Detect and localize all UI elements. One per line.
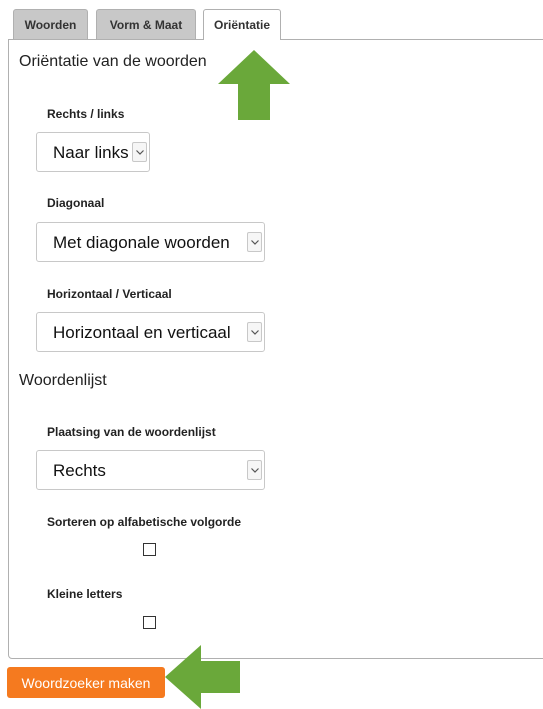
- horizontal-vertical-value: Horizontaal en verticaal: [53, 323, 231, 342]
- placement-select[interactable]: Rechts: [36, 450, 265, 490]
- tab-woorden[interactable]: Woorden: [13, 9, 88, 39]
- diagonal-label: Diagonaal: [47, 196, 105, 210]
- horizontal-vertical-select[interactable]: Horizontaal en verticaal: [36, 312, 265, 352]
- diagonal-select[interactable]: Met diagonale woorden: [36, 222, 265, 262]
- wordlist-section-title: Woordenlijst: [19, 372, 107, 389]
- placement-value: Rechts: [53, 461, 106, 480]
- lowercase-checkbox[interactable]: [143, 616, 156, 629]
- horizontal-vertical-label: Horizontaal / Verticaal: [47, 287, 172, 301]
- diagonal-value: Met diagonale woorden: [53, 233, 230, 252]
- right-left-label: Rechts / links: [47, 107, 125, 121]
- chevron-down-icon: [247, 460, 262, 480]
- arrow-up-icon: [218, 50, 290, 120]
- placement-label: Plaatsing van de woordenlijst: [47, 425, 216, 439]
- make-wordsearch-button[interactable]: Woordzoeker maken: [7, 667, 165, 698]
- sort-alpha-label: Sorteren op alfabetische volgorde: [47, 515, 242, 529]
- lowercase-label: Kleine letters: [47, 587, 123, 601]
- orientation-section-title: Oriëntatie van de woorden: [19, 53, 207, 70]
- right-left-value: Naar links: [53, 143, 129, 162]
- arrow-left-icon: [165, 645, 240, 709]
- chevron-down-icon: [247, 232, 262, 252]
- chevron-down-icon: [247, 322, 262, 342]
- sort-alpha-checkbox[interactable]: [143, 543, 156, 556]
- right-left-select[interactable]: Naar links: [36, 132, 150, 172]
- tab-vorm-maat[interactable]: Vorm & Maat: [96, 9, 196, 39]
- tab-orientatie[interactable]: Oriëntatie: [203, 9, 281, 40]
- chevron-down-icon: [132, 142, 147, 162]
